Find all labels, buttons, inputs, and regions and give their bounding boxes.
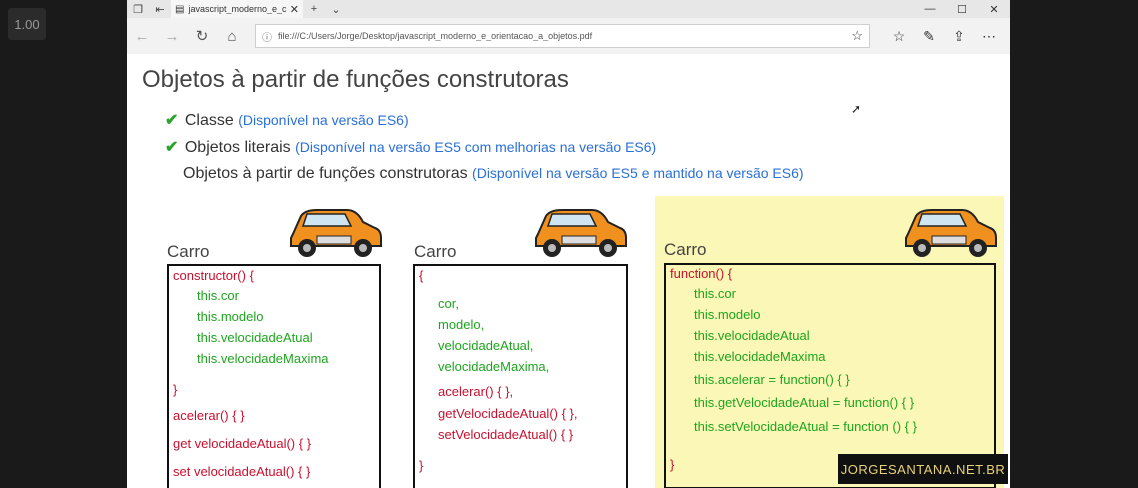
code-line: velocidadeMaxima, — [438, 359, 550, 374]
code-line: } — [670, 457, 675, 472]
bullet-note: (Disponível na versão ES6) — [238, 112, 409, 128]
code-line: getVelocidadeAtual() { }, — [438, 406, 578, 421]
set-aside-tabs-icon[interactable]: ⇤ — [149, 3, 171, 16]
code-line: } — [173, 382, 178, 397]
code-line: this.cor — [694, 286, 736, 301]
mouse-cursor-icon: ➚ — [851, 102, 862, 116]
browser-tab[interactable]: ▤ javascript_moderno_e_c ✕ — [171, 0, 303, 18]
favorites-hub-icon[interactable]: ☆ — [884, 28, 914, 45]
code-line: modelo, — [438, 317, 485, 332]
new-tab-icon[interactable]: + — [303, 3, 325, 15]
column-label: Carro — [414, 242, 457, 261]
bullet-classe: ✔ Classe (Disponível na versão ES6) — [165, 110, 409, 130]
window-controls: — ☐ ✕ — [914, 3, 1010, 16]
checkmark-icon: ✔ — [165, 139, 179, 156]
code-line: function() { — [670, 266, 733, 281]
close-window-icon[interactable]: ✕ — [978, 3, 1010, 16]
browser-window: ❐ ⇤ ▤ javascript_moderno_e_c ✕ + ⌄ — ☐ ✕… — [127, 0, 1010, 488]
code-line: this.velocidadeAtual — [694, 328, 810, 343]
refresh-icon[interactable]: ↻ — [187, 27, 217, 45]
column-label: Carro — [167, 242, 210, 261]
web-note-icon[interactable]: ✎ — [914, 28, 944, 45]
code-line: velocidadeAtual, — [438, 338, 534, 353]
tab-title: javascript_moderno_e_c — [188, 4, 287, 14]
code-line: acelerar() { }, — [438, 384, 514, 399]
car-illustration — [905, 209, 997, 257]
watermark-badge: JORGESANTANA.NET.BR — [838, 454, 1008, 484]
bullet-note: (Disponível na versão ES5 com melhorias … — [295, 139, 657, 155]
code-line: constructor() { — [173, 268, 254, 283]
more-options-icon[interactable]: ⋯ — [974, 28, 1004, 45]
bullet-text: Objetos literais — [184, 139, 291, 156]
home-icon[interactable]: ⌂ — [217, 28, 247, 45]
back-icon[interactable]: ← — [127, 28, 157, 45]
favorite-star-icon[interactable]: ☆ — [851, 28, 863, 44]
code-line: this.velocidadeMaxima — [197, 351, 329, 366]
code-line: setVelocidadeAtual() { } — [438, 427, 574, 442]
close-tab-icon[interactable]: ✕ — [290, 3, 299, 16]
info-icon[interactable]: ⓘ — [262, 29, 278, 44]
bullet-funcoes-construtoras: Objetos à partir de funções construtoras… — [183, 165, 804, 183]
code-line: this.modelo — [694, 307, 761, 322]
bullet-objetos-literais: ✔ Objetos literais (Disponível na versão… — [165, 137, 656, 157]
tab-list-chevron-icon[interactable]: ⌄ — [325, 3, 347, 16]
code-line: this.setVelocidadeAtual = function () { … — [694, 419, 917, 434]
code-line: cor, — [438, 296, 459, 311]
toolbar-actions: ☆ ✎ ⇪ ⋯ — [884, 28, 1004, 45]
bullet-text: Classe — [184, 112, 234, 129]
column-label: Carro — [664, 240, 707, 259]
code-line: get velocidadeAtual() { } — [173, 436, 312, 451]
code-line: } — [419, 458, 424, 473]
car-illustration — [535, 209, 627, 257]
pdf-page: Objetos à partir de funções construtoras… — [127, 54, 1010, 488]
tab-bar: ❐ ⇤ ▤ javascript_moderno_e_c ✕ + ⌄ — ☐ ✕ — [127, 0, 1010, 18]
minimize-icon[interactable]: — — [914, 3, 946, 16]
code-line: this.cor — [197, 288, 239, 303]
maximize-icon[interactable]: ☐ — [946, 3, 978, 16]
zoom-level: 1.00 — [8, 8, 46, 40]
url-text: file:///C:/Users/Jorge/Desktop/javascrip… — [278, 31, 593, 41]
forward-icon[interactable]: → — [157, 28, 187, 45]
car-illustration — [290, 209, 382, 257]
code-line: this.modelo — [197, 309, 264, 324]
code-line: set velocidadeAtual() { } — [173, 464, 311, 479]
share-icon[interactable]: ⇪ — [944, 28, 974, 45]
code-line: acelerar() { } — [173, 408, 245, 423]
slide-title: Objetos à partir de funções construtoras — [142, 66, 569, 93]
code-line: this.getVelocidadeAtual = function() { } — [694, 395, 915, 410]
bullet-note: (Disponível na versão ES5 e mantido na v… — [472, 165, 804, 181]
code-line: { — [419, 268, 424, 283]
code-line: this.acelerar = function() { } — [694, 372, 850, 387]
navigation-bar: ← → ↻ ⌂ ⓘ file:///C:/Users/Jorge/Desktop… — [127, 18, 1010, 55]
bullet-text: Objetos à partir de funções construtoras — [183, 165, 468, 182]
checkmark-icon: ✔ — [165, 112, 179, 129]
code-line: this.velocidadeMaxima — [694, 349, 826, 364]
address-bar[interactable]: ⓘ file:///C:/Users/Jorge/Desktop/javascr… — [255, 24, 870, 48]
pdf-file-icon: ▤ — [175, 3, 185, 15]
tabs-overview-icon[interactable]: ❐ — [127, 3, 149, 16]
code-line: this.velocidadeAtual — [197, 330, 313, 345]
